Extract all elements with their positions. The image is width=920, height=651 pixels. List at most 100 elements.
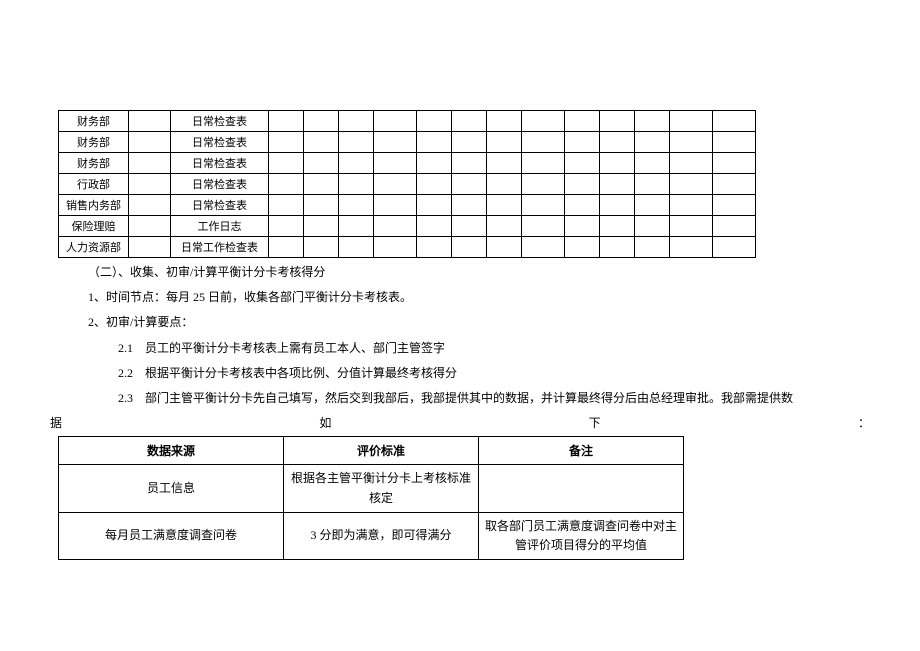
- cell-source: 员工信息: [59, 465, 284, 512]
- blank-cell: [304, 237, 339, 258]
- blank-cell: [565, 153, 600, 174]
- blank-cell: [522, 132, 565, 153]
- blank-cell: [713, 111, 756, 132]
- blank-cell: [565, 216, 600, 237]
- blank-cell: [713, 174, 756, 195]
- blank-cell: [417, 132, 452, 153]
- table-row: 财务部 日常检查表: [59, 132, 756, 153]
- th-criteria: 评价标准: [284, 437, 479, 465]
- check-table: 财务部 日常检查表 财务部 日常检查表 财务部 日常检查表: [58, 110, 756, 258]
- para-2-3: 2.3 部门主管平衡计分卡先自己填写，然后交到我部后，我部提供其中的数据，并计算…: [118, 386, 870, 411]
- blank-cell: [129, 153, 171, 174]
- dept-cell: 保险理赔: [59, 216, 129, 237]
- blank-cell: [600, 132, 635, 153]
- th-remark: 备注: [479, 437, 684, 465]
- blank-cell: [635, 216, 670, 237]
- blank-cell: [339, 111, 374, 132]
- blank-cell: [635, 174, 670, 195]
- blank-cell: [670, 132, 713, 153]
- blank-cell: [304, 132, 339, 153]
- blank-cell: [670, 195, 713, 216]
- blank-cell: [417, 237, 452, 258]
- blank-cell: [374, 111, 417, 132]
- blank-cell: [600, 111, 635, 132]
- blank-cell: [522, 174, 565, 195]
- blank-cell: [487, 111, 522, 132]
- blank-cell: [600, 237, 635, 258]
- blank-cell: [304, 174, 339, 195]
- blank-cell: [670, 237, 713, 258]
- blank-cell: [522, 237, 565, 258]
- blank-cell: [487, 132, 522, 153]
- blank-cell: [565, 132, 600, 153]
- type-cell: 日常检查表: [171, 153, 269, 174]
- blank-cell: [417, 195, 452, 216]
- cell-source: 每月员工满意度调查问卷: [59, 512, 284, 559]
- blank-cell: [374, 153, 417, 174]
- blank-cell: [452, 195, 487, 216]
- blank-cell: [487, 153, 522, 174]
- blank-cell: [269, 195, 304, 216]
- blank-cell: [304, 111, 339, 132]
- table-row: 销售内务部 日常检查表: [59, 195, 756, 216]
- blank-cell: [565, 237, 600, 258]
- blank-cell: [374, 132, 417, 153]
- table-row: 人力资源部 日常工作检查表: [59, 237, 756, 258]
- blank-cell: [600, 153, 635, 174]
- blank-cell: [452, 153, 487, 174]
- blank-cell: [487, 174, 522, 195]
- blank-cell: [339, 237, 374, 258]
- blank-cell: [129, 237, 171, 258]
- blank-cell: [304, 153, 339, 174]
- spread-right: 下: [589, 411, 601, 436]
- blank-cell: [713, 195, 756, 216]
- spread-left: 据: [50, 411, 62, 436]
- table-row: 每月员工满意度调查问卷 3 分即为满意，即可得满分 取各部门员工满意度调查问卷中…: [59, 512, 684, 559]
- blank-cell: [487, 195, 522, 216]
- blank-cell: [374, 195, 417, 216]
- blank-cell: [339, 153, 374, 174]
- blank-cell: [129, 216, 171, 237]
- blank-cell: [269, 132, 304, 153]
- blank-cell: [522, 153, 565, 174]
- blank-cell: [129, 132, 171, 153]
- type-cell: 工作日志: [171, 216, 269, 237]
- blank-cell: [600, 216, 635, 237]
- blank-cell: [417, 111, 452, 132]
- table-row: 保险理赔 工作日志: [59, 216, 756, 237]
- para-2-1: 2.1 员工的平衡计分卡考核表上需有员工本人、部门主管签字: [118, 336, 870, 361]
- blank-cell: [452, 111, 487, 132]
- blank-cell: [269, 174, 304, 195]
- spread-mid: 如: [319, 411, 331, 436]
- blank-cell: [713, 237, 756, 258]
- blank-cell: [417, 216, 452, 237]
- th-source: 数据来源: [59, 437, 284, 465]
- blank-cell: [522, 111, 565, 132]
- cell-criteria: 3 分即为满意，即可得满分: [284, 512, 479, 559]
- blank-cell: [452, 174, 487, 195]
- criteria-table: 数据来源 评价标准 备注 员工信息 根据各主管平衡计分卡上考核标准核定 每月员工…: [58, 436, 684, 560]
- spread-colon: ：: [858, 411, 870, 436]
- dept-cell: 人力资源部: [59, 237, 129, 258]
- spread-line: 据 如 下 ：: [50, 411, 870, 436]
- type-cell: 日常检查表: [171, 111, 269, 132]
- section-heading: （二）、收集、初审/计算平衡计分卡考核得分: [88, 260, 870, 285]
- blank-cell: [522, 216, 565, 237]
- type-cell: 日常检查表: [171, 174, 269, 195]
- blank-cell: [670, 174, 713, 195]
- blank-cell: [670, 153, 713, 174]
- dept-cell: 财务部: [59, 132, 129, 153]
- dept-cell: 行政部: [59, 174, 129, 195]
- blank-cell: [565, 111, 600, 132]
- blank-cell: [374, 216, 417, 237]
- blank-cell: [635, 132, 670, 153]
- type-cell: 日常检查表: [171, 195, 269, 216]
- blank-cell: [269, 153, 304, 174]
- cell-remark: 取各部门员工满意度调查问卷中对主管评价项目得分的平均值: [479, 512, 684, 559]
- blank-cell: [339, 174, 374, 195]
- blank-cell: [129, 195, 171, 216]
- blank-cell: [304, 216, 339, 237]
- cell-remark: [479, 465, 684, 512]
- dept-cell: 财务部: [59, 111, 129, 132]
- table-row: 财务部 日常检查表: [59, 153, 756, 174]
